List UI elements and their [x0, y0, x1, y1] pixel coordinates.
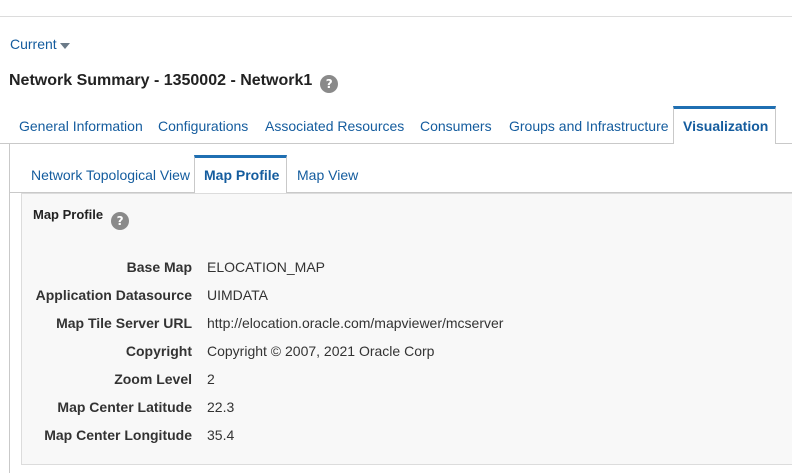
- section-title-text: Map Profile: [33, 207, 104, 222]
- tab-configurations[interactable]: Configurations: [158, 106, 248, 144]
- field-copyright: Copyright Copyright © 2007, 2021 Oracle …: [21, 343, 721, 363]
- tab-network-topological-view[interactable]: Network Topological View: [31, 155, 190, 193]
- page-title: Network Summary - 1350002 - Network1 ?: [9, 69, 339, 93]
- page-title-text: Network Summary - 1350002 - Network1: [9, 72, 313, 89]
- current-dropdown[interactable]: Current: [10, 36, 70, 52]
- field-label: Map Center Longitude: [44, 427, 192, 443]
- help-icon[interactable]: ?: [320, 75, 339, 93]
- tab-map-view[interactable]: Map View: [297, 155, 358, 193]
- sub-tab-bar: Network Topological View Map Profile Map…: [9, 155, 792, 194]
- field-value: UIMDATA: [207, 287, 268, 303]
- section-title: Map Profile ?: [33, 207, 130, 230]
- field-label: Map Center Latitude: [57, 399, 192, 415]
- field-application-datasource: Application Datasource UIMDATA: [21, 287, 721, 307]
- chevron-down-icon: [59, 42, 70, 49]
- current-label: Current: [10, 36, 57, 52]
- tab-general-information[interactable]: General Information: [19, 106, 143, 144]
- field-value: 22.3: [207, 399, 235, 415]
- field-value: http://elocation.oracle.com/mapviewer/mc…: [207, 315, 504, 331]
- main-tab-bar: General Information Configurations Assoc…: [0, 106, 792, 145]
- field-label: Copyright: [125, 343, 192, 359]
- field-map-center-longitude: Map Center Longitude 35.4: [21, 427, 721, 447]
- tab-consumers[interactable]: Consumers: [420, 106, 492, 144]
- field-map-tile-server-url: Map Tile Server URL http://elocation.ora…: [21, 315, 721, 335]
- field-value: 2: [207, 371, 215, 387]
- field-value: 35.4: [207, 427, 235, 443]
- field-map-center-latitude: Map Center Latitude 22.3: [21, 399, 721, 419]
- field-label: Map Tile Server URL: [56, 315, 192, 331]
- field-label: Base Map: [126, 259, 192, 275]
- help-icon[interactable]: ?: [111, 212, 130, 230]
- field-value: ELOCATION_MAP: [207, 259, 325, 275]
- tab-associated-resources[interactable]: Associated Resources: [265, 106, 404, 144]
- top-divider: [0, 16, 792, 17]
- field-label: Application Datasource: [35, 287, 192, 303]
- tab-visualization[interactable]: Visualization: [673, 106, 776, 145]
- tab-map-profile[interactable]: Map Profile: [194, 155, 287, 194]
- field-base-map: Base Map ELOCATION_MAP: [21, 259, 721, 279]
- field-zoom-level: Zoom Level 2: [21, 371, 721, 391]
- field-label: Zoom Level: [114, 371, 192, 387]
- field-value: Copyright © 2007, 2021 Oracle Corp: [207, 343, 435, 359]
- tab-groups-and-infrastructure[interactable]: Groups and Infrastructure: [509, 106, 669, 144]
